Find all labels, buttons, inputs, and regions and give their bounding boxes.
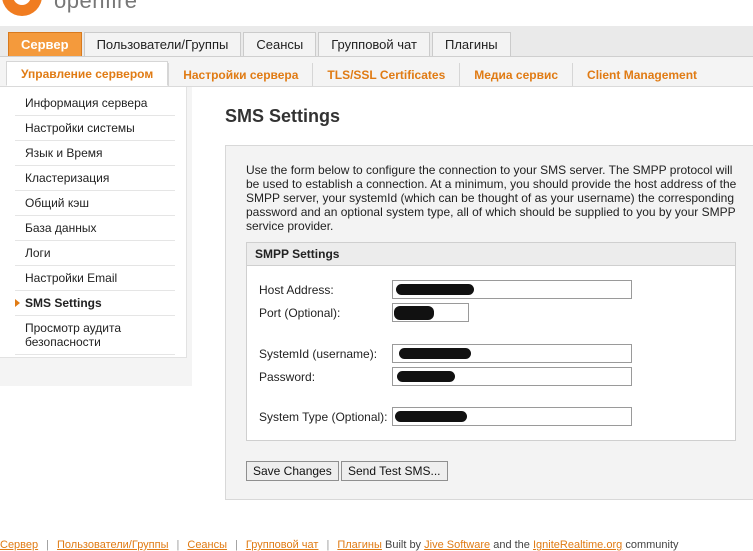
- save-changes-button[interactable]: Save Changes: [246, 461, 339, 481]
- app-header: openfire: [0, 0, 753, 26]
- subtab-client-management[interactable]: Client Management: [572, 63, 711, 86]
- tab-group-chat[interactable]: Групповой чат: [318, 32, 430, 56]
- footer-link-plugins[interactable]: Плагины: [337, 539, 382, 551]
- password-label: Password:: [259, 370, 316, 384]
- redacted-value: [394, 306, 434, 320]
- footer-built-by: Built by: [384, 539, 422, 551]
- systemid-label: SystemId (username):: [259, 347, 378, 361]
- redacted-value: [396, 284, 474, 295]
- sidebar-item-server-info[interactable]: Информация сервера: [15, 91, 175, 116]
- sidebar-item-email-settings[interactable]: Настройки Email: [15, 266, 175, 291]
- smpp-panel-header: SMPP Settings: [247, 243, 735, 266]
- subtab-server-settings[interactable]: Настройки сервера: [168, 63, 312, 86]
- page-title: SMS Settings: [225, 106, 341, 126]
- footer-link-ignite-realtime[interactable]: IgniteRealtime.org: [533, 539, 622, 551]
- port-input[interactable]: [392, 303, 469, 322]
- logo-text: openfire: [54, 0, 138, 13]
- sidebar: Информация сервера Настройки системы Язы…: [0, 87, 192, 386]
- send-test-sms-button[interactable]: Send Test SMS...: [341, 461, 448, 481]
- systemid-input[interactable]: [392, 344, 632, 363]
- host-address-label: Host Address:: [259, 283, 334, 297]
- redacted-value: [397, 371, 455, 382]
- sidebar-item-security-audit[interactable]: Просмотр аудита безопасности: [15, 316, 175, 355]
- sidebar-item-language-time[interactable]: Язык и Время: [15, 141, 175, 166]
- sub-tabs: Управление сервером Настройки сервера TL…: [0, 57, 753, 87]
- sidebar-panel: Информация сервера Настройки системы Язы…: [0, 87, 187, 358]
- tab-users-groups[interactable]: Пользователи/Группы: [83, 32, 242, 56]
- sidebar-item-cache[interactable]: Общий кэш: [15, 191, 175, 216]
- host-address-input[interactable]: [392, 280, 632, 299]
- redacted-value: [395, 411, 467, 422]
- footer-and-the: and the: [493, 539, 530, 551]
- sidebar-item-database[interactable]: База данных: [15, 216, 175, 241]
- openfire-logo-icon: [2, 0, 42, 16]
- port-label: Port (Optional):: [259, 306, 341, 320]
- system-type-label: System Type (Optional):: [259, 410, 388, 424]
- footer-link-users-groups[interactable]: Пользователи/Группы: [57, 539, 169, 551]
- footer: Сервер | Пользователи/Группы | Сеансы | Группо…: [0, 539, 679, 551]
- subtab-server-manager[interactable]: Управление сервером: [6, 61, 169, 86]
- main-tabs: Сервер Пользователи/Группы Сеансы Группо…: [0, 26, 753, 57]
- redacted-value: [399, 348, 471, 359]
- tab-plugins[interactable]: Плагины: [431, 32, 511, 56]
- sidebar-item-sms-settings[interactable]: SMS Settings: [15, 291, 175, 316]
- sidebar-item-system-properties[interactable]: Настройки системы: [15, 116, 175, 141]
- sidebar-item-clustering[interactable]: Кластеризация: [15, 166, 175, 191]
- subtab-tls-certificates[interactable]: TLS/SSL Certificates: [312, 63, 459, 86]
- tab-server[interactable]: Сервер: [8, 32, 82, 56]
- tab-sessions[interactable]: Сеансы: [243, 32, 317, 56]
- footer-link-jive-software[interactable]: Jive Software: [424, 539, 490, 551]
- footer-community: community: [625, 539, 679, 551]
- system-type-input[interactable]: [392, 407, 632, 426]
- sidebar-item-logs[interactable]: Логи: [15, 241, 175, 266]
- page-description: Use the form below to configure the conn…: [246, 163, 737, 233]
- footer-link-sessions[interactable]: Сеансы: [187, 539, 227, 551]
- footer-link-group-chat[interactable]: Групповой чат: [246, 539, 319, 551]
- password-input[interactable]: [392, 367, 632, 386]
- footer-link-server[interactable]: Сервер: [0, 539, 38, 551]
- subtab-media-service[interactable]: Медиа сервис: [459, 63, 572, 86]
